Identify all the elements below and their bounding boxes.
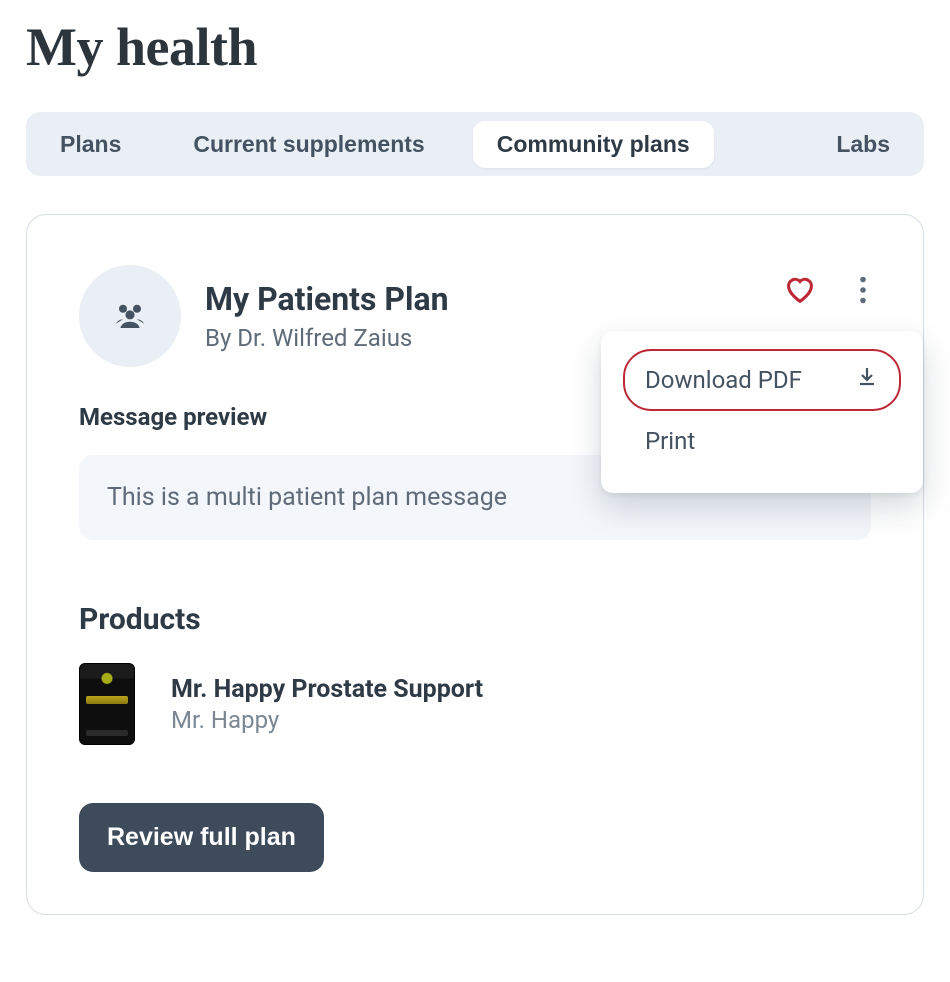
- plan-title: My Patients Plan: [205, 280, 755, 318]
- menu-item-print[interactable]: Print: [623, 411, 901, 471]
- tab-current-supplements[interactable]: Current supplements: [169, 121, 448, 168]
- people-group-icon: [109, 293, 151, 339]
- tab-community-plans[interactable]: Community plans: [473, 121, 714, 168]
- plan-card: My Patients Plan By Dr. Wilfred Zaius: [26, 214, 924, 915]
- download-icon: [855, 365, 879, 395]
- favorite-button[interactable]: [779, 269, 821, 314]
- menu-item-download-pdf[interactable]: Download PDF: [623, 349, 901, 411]
- products-label: Products: [79, 602, 871, 637]
- heart-icon: [783, 295, 817, 310]
- product-brand: Mr. Happy: [171, 706, 483, 734]
- menu-item-label: Print: [645, 427, 695, 455]
- product-name: Mr. Happy Prostate Support: [171, 675, 483, 704]
- kebab-icon: [859, 292, 867, 307]
- menu-item-label: Download PDF: [645, 366, 802, 394]
- more-menu: Download PDF Print: [601, 331, 923, 493]
- plan-actions: [779, 269, 871, 314]
- cta-row: Review full plan: [79, 803, 871, 872]
- product-thumbnail: [79, 663, 135, 745]
- tab-bar: Plans Current supplements Community plan…: [26, 112, 924, 176]
- product-row[interactable]: Mr. Happy Prostate Support Mr. Happy: [79, 663, 871, 745]
- review-full-plan-button[interactable]: Review full plan: [79, 803, 324, 872]
- plan-avatar: [79, 265, 181, 367]
- tab-labs[interactable]: Labs: [812, 121, 914, 168]
- page-title: My health: [26, 16, 924, 78]
- more-button[interactable]: [855, 272, 871, 311]
- tab-plans[interactable]: Plans: [36, 121, 145, 168]
- product-text: Mr. Happy Prostate Support Mr. Happy: [171, 675, 483, 734]
